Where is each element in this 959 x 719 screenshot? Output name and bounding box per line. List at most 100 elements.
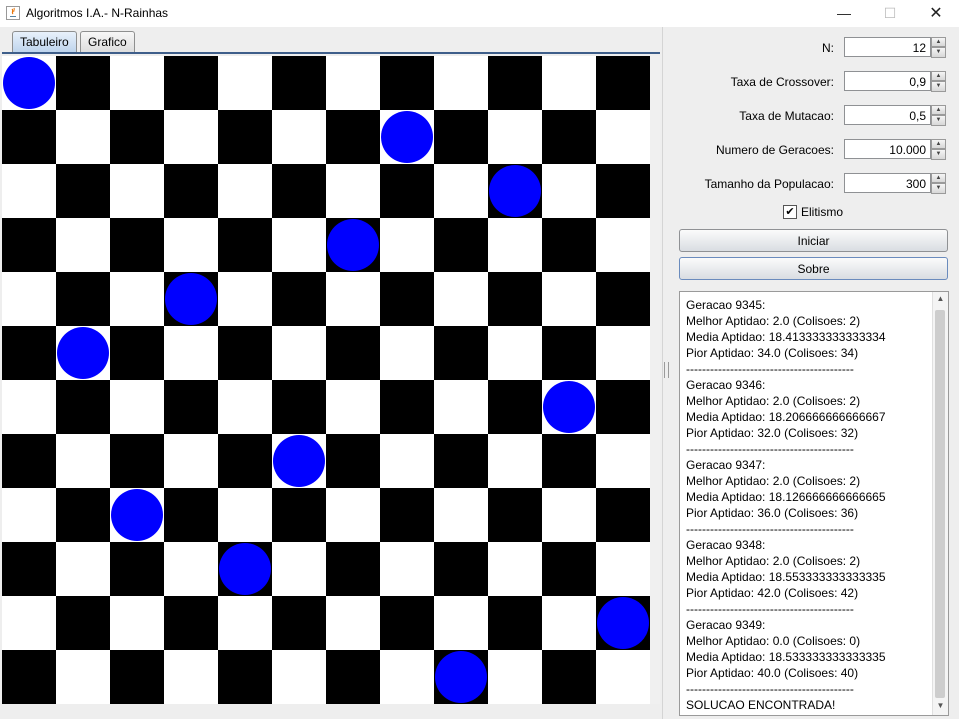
mutation-field[interactable]: 0,5	[844, 105, 931, 125]
board-cell	[380, 488, 434, 542]
crossover-decrement-button[interactable]: ▼	[931, 81, 946, 92]
board-cell	[218, 380, 272, 434]
board-cell	[272, 110, 326, 164]
mutation-decrement-button[interactable]: ▼	[931, 115, 946, 126]
generations-field[interactable]: 10.000	[844, 139, 931, 159]
scroll-thumb[interactable]	[935, 310, 945, 698]
board-cell	[218, 650, 272, 704]
mutation-label: Taxa de Mutacao:	[739, 109, 834, 123]
board-cell	[272, 56, 326, 110]
board-cell	[434, 272, 488, 326]
board-cell	[434, 326, 488, 380]
board-cell	[326, 488, 380, 542]
elitism-checkbox[interactable]: ✔	[783, 205, 797, 219]
board-cell	[488, 434, 542, 488]
board-cell	[542, 56, 596, 110]
arrow-down-icon: ▼	[935, 49, 942, 55]
queen-marker	[597, 597, 649, 649]
arrow-up-icon: ▲	[935, 175, 942, 181]
board-cell	[272, 272, 326, 326]
population-increment-button[interactable]: ▲	[931, 173, 946, 183]
minimize-button[interactable]: —	[821, 0, 867, 27]
board-cell	[110, 110, 164, 164]
queen-marker	[273, 435, 325, 487]
population-field[interactable]: 300	[844, 173, 931, 193]
board-cell	[272, 596, 326, 650]
board-cell	[164, 434, 218, 488]
log-text: Geracao 9345: Melhor Aptidao: 2.0 (Colis…	[686, 298, 886, 712]
crossover-field[interactable]: 0,9	[844, 71, 931, 91]
queen-marker	[489, 165, 541, 217]
board-cell	[326, 434, 380, 488]
queen-marker	[3, 57, 55, 109]
n-field[interactable]: 12	[844, 37, 931, 57]
crossover-increment-button[interactable]: ▲	[931, 71, 946, 81]
board-cell	[218, 596, 272, 650]
board-cell	[56, 434, 110, 488]
board-cell	[272, 542, 326, 596]
board-cell	[164, 218, 218, 272]
board-cell	[272, 326, 326, 380]
n-increment-button[interactable]: ▲	[931, 37, 946, 47]
log-scrollbar[interactable]: ▲ ▼	[932, 292, 948, 715]
crossover-spinner[interactable]: 0,9 ▲ ▼	[844, 71, 948, 93]
board-cell	[596, 488, 650, 542]
queen-marker	[111, 489, 163, 541]
queen-marker	[381, 111, 433, 163]
about-button[interactable]: Sobre	[679, 257, 948, 280]
board-cell	[272, 488, 326, 542]
board-cell	[542, 434, 596, 488]
n-spinner[interactable]: 12 ▲ ▼	[844, 37, 948, 59]
arrow-down-icon: ▼	[935, 117, 942, 123]
board-cell	[2, 218, 56, 272]
arrow-up-icon: ▲	[935, 73, 942, 79]
board-cell	[326, 596, 380, 650]
board-cell	[2, 110, 56, 164]
generations-increment-button[interactable]: ▲	[931, 139, 946, 149]
board-cell	[488, 650, 542, 704]
title-bar: Algoritmos I.A.- N-Rainhas — ☐ ✕	[0, 0, 959, 27]
mutation-spinner[interactable]: 0,5 ▲ ▼	[844, 105, 948, 127]
queen-marker	[435, 651, 487, 703]
start-button[interactable]: Iniciar	[679, 229, 948, 252]
tab-grafico[interactable]: Grafico	[80, 31, 135, 53]
board-cell	[542, 650, 596, 704]
population-spinner[interactable]: 300 ▲ ▼	[844, 173, 948, 195]
board-cell	[164, 110, 218, 164]
maximize-icon: ☐	[883, 5, 897, 21]
arrow-up-icon: ▲	[935, 141, 942, 147]
board-cell	[380, 272, 434, 326]
close-button[interactable]: ✕	[913, 0, 959, 27]
board-cell	[218, 272, 272, 326]
board-cell	[434, 110, 488, 164]
board-cell	[2, 380, 56, 434]
mutation-increment-button[interactable]: ▲	[931, 105, 946, 115]
board-cell	[218, 56, 272, 110]
generations-decrement-button[interactable]: ▼	[931, 149, 946, 160]
board-cell	[110, 56, 164, 110]
board-cell	[56, 650, 110, 704]
scroll-down-icon[interactable]: ▼	[935, 701, 946, 711]
board-cell	[326, 164, 380, 218]
arrow-down-icon: ▼	[935, 185, 942, 191]
n-decrement-button[interactable]: ▼	[931, 47, 946, 58]
board-cell	[488, 326, 542, 380]
maximize-button[interactable]: ☐	[867, 0, 913, 27]
tab-tabuleiro[interactable]: Tabuleiro	[12, 31, 77, 53]
board-cell	[2, 488, 56, 542]
board-cell	[164, 488, 218, 542]
tab-underline	[2, 52, 660, 54]
board-cell	[2, 650, 56, 704]
board-cell	[326, 326, 380, 380]
board-cell	[326, 380, 380, 434]
generations-spinner[interactable]: 10.000 ▲ ▼	[844, 139, 948, 161]
crossover-label: Taxa de Crossover:	[730, 75, 834, 89]
population-decrement-button[interactable]: ▼	[931, 183, 946, 194]
board-cell	[164, 596, 218, 650]
board-cell	[380, 434, 434, 488]
board-cell	[488, 272, 542, 326]
board-cell	[164, 164, 218, 218]
log-textarea[interactable]: Geracao 9345: Melhor Aptidao: 2.0 (Colis…	[679, 291, 949, 716]
board-cell	[218, 326, 272, 380]
scroll-up-icon[interactable]: ▲	[935, 294, 946, 304]
